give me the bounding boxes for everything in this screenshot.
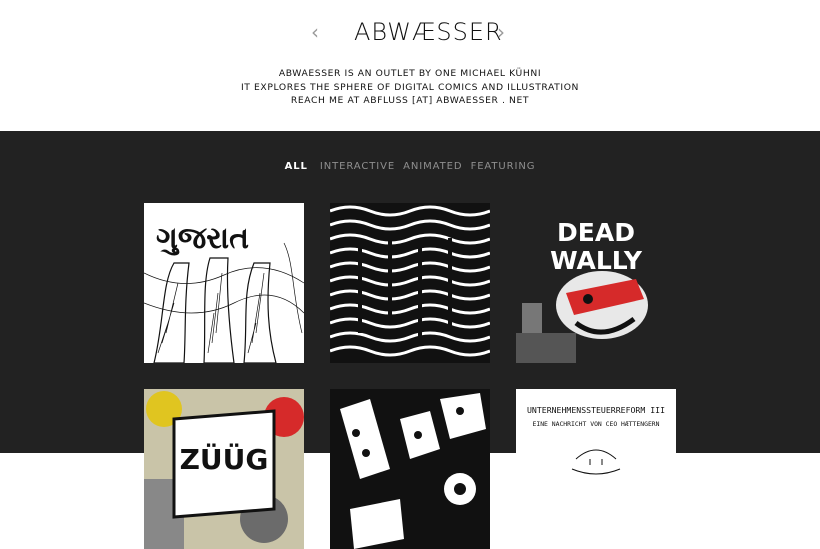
filter-animated[interactable]: ANIMATED [403, 161, 462, 172]
site-logo[interactable]: ABWÆSSER [354, 16, 502, 48]
tile-dead-wally-title-bottom: WALLY [550, 246, 643, 275]
site-header: ‹ ABWÆSSER › ABWAESSER IS AN OUTLET BY O… [0, 0, 820, 131]
tile-bw-comic-artwork [330, 389, 490, 549]
prev-arrow-icon[interactable]: ‹ [311, 18, 319, 46]
tile-usr-artwork: UNTERNEHMENSSTEUERREFORM III EINE NACHRI… [516, 389, 676, 549]
tile-gujarat[interactable]: ગુજરાત [144, 203, 304, 363]
filter-all[interactable]: ALL [285, 161, 308, 172]
tile-zuug-artwork: ZÜÜG [144, 389, 304, 549]
tile-dead-wally-artwork: DEAD WALLY [516, 203, 676, 363]
logo-row: ‹ ABWÆSSER › [0, 16, 820, 50]
filter-interactive[interactable]: INTERACTIVE [320, 161, 395, 172]
tile-zuug-title: ZÜÜG [180, 442, 269, 476]
tile-wave-artwork [330, 203, 490, 363]
tile-usr-title: UNTERNEHMENSSTEUERREFORM III [527, 405, 665, 415]
tile-usr-subtitle: EINE NACHRICHT VON CEO HÆTTENGERN [533, 420, 660, 428]
intro-text: ABWAESSER IS AN OUTLET BY ONE MICHAEL KÜ… [0, 67, 820, 108]
tile-wave-pattern[interactable] [330, 203, 490, 363]
tile-gujarat-artwork: ગુજરાત [144, 203, 304, 363]
tile-dead-wally[interactable]: DEAD WALLY [516, 203, 676, 363]
tile-unternehmenssteuerreform[interactable]: UNTERNEHMENSSTEUERREFORM III EINE NACHRI… [516, 389, 676, 549]
filter-nav: ALL INTERACTIVE ANIMATED FEATURING [0, 161, 820, 172]
tile-zuug[interactable]: ZÜÜG [144, 389, 304, 549]
tile-dead-wally-title-top: DEAD [557, 218, 635, 247]
tile-bw-comic[interactable] [330, 389, 490, 549]
tile-gujarat-title: ગુજરાત [156, 221, 249, 256]
intro-line: REACH ME AT ABFLUSS [AT] ABWAESSER . NET [290, 95, 530, 106]
intro-line: IT EXPLORES THE SPHERE OF DIGITAL COMICS… [240, 81, 580, 93]
gallery-section: ALL INTERACTIVE ANIMATED FEATURING ગુજરા… [0, 131, 820, 549]
next-arrow-icon[interactable]: › [497, 18, 505, 46]
intro-line: ABWAESSER IS AN OUTLET BY ONE MICHAEL KÜ… [278, 68, 542, 79]
filter-featuring[interactable]: FEATURING [471, 161, 536, 172]
